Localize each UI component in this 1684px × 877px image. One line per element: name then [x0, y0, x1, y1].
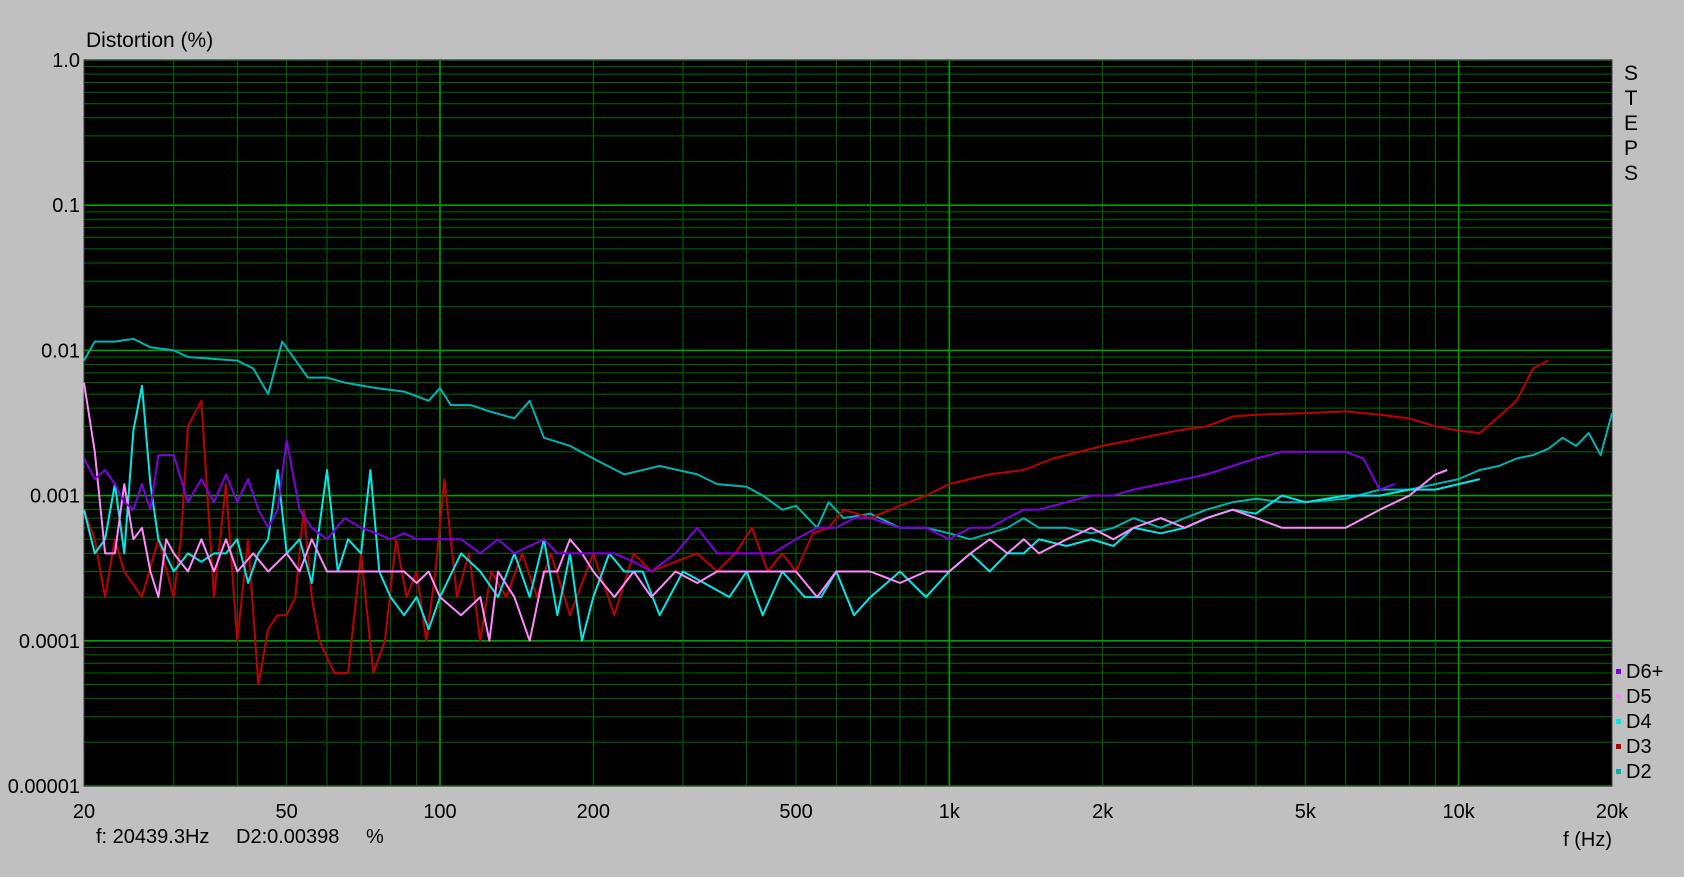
side-label-letter: S [1624, 162, 1638, 185]
legend-swatch [1616, 769, 1621, 774]
y-tick-label: 0.001 [30, 486, 80, 508]
steps-side-label: STEPS [1624, 62, 1638, 185]
side-label-letter: S [1624, 62, 1638, 85]
side-label-letter: E [1624, 112, 1638, 135]
x-tick-label: 1k [939, 801, 961, 823]
x-tick-label: 10k [1443, 801, 1476, 823]
x-axis-label: f (Hz) [1563, 829, 1612, 851]
side-label-letter: T [1625, 87, 1638, 110]
x-tick-label: 20 [73, 801, 95, 823]
x-tick-label: 50 [276, 801, 298, 823]
legend-swatch [1616, 694, 1621, 699]
y-tick-label: 1.0 [52, 50, 80, 72]
x-tick-label: 20k [1596, 801, 1629, 823]
cursor-frequency-readout: f: 20439.3Hz [96, 826, 210, 848]
x-tick-labels: 20 50 100 200 500 1k 2k 5k 10k 20k [73, 801, 1629, 823]
plot-area[interactable] [84, 60, 1612, 786]
y-axis-label: Distortion (%) [86, 29, 213, 52]
x-tick-label: 100 [423, 801, 456, 823]
legend-label: D6+ [1626, 661, 1663, 683]
x-tick-label: 200 [577, 801, 610, 823]
legend-swatch [1616, 744, 1621, 749]
cursor-value-readout: D2:0.00398 [236, 826, 340, 848]
cursor-unit-label: % [366, 826, 384, 848]
legend-swatch [1616, 669, 1621, 674]
y-tick-label: 0.00001 [8, 776, 80, 798]
y-tick-label: 0.01 [41, 340, 80, 362]
legend: D6+ D5 D4 D3 D2 [1616, 661, 1663, 783]
legend-swatch [1616, 719, 1621, 724]
legend-label: D4 [1626, 711, 1652, 733]
legend-label: D2 [1626, 761, 1652, 783]
x-tick-label: 5k [1295, 801, 1317, 823]
y-tick-label: 0.1 [52, 195, 80, 217]
y-tick-label: 0.0001 [19, 631, 80, 653]
side-label-letter: P [1624, 137, 1638, 160]
legend-label: D5 [1626, 686, 1652, 708]
distortion-chart[interactable]: Distortion (%) 1.0 0.1 0.01 0.001 0.0001 0.00… [0, 0, 1684, 877]
legend-label: D3 [1626, 736, 1652, 758]
y-tick-labels: 1.0 0.1 0.01 0.001 0.0001 0.00001 [8, 50, 80, 798]
x-tick-label: 2k [1092, 801, 1114, 823]
x-tick-label: 500 [779, 801, 812, 823]
